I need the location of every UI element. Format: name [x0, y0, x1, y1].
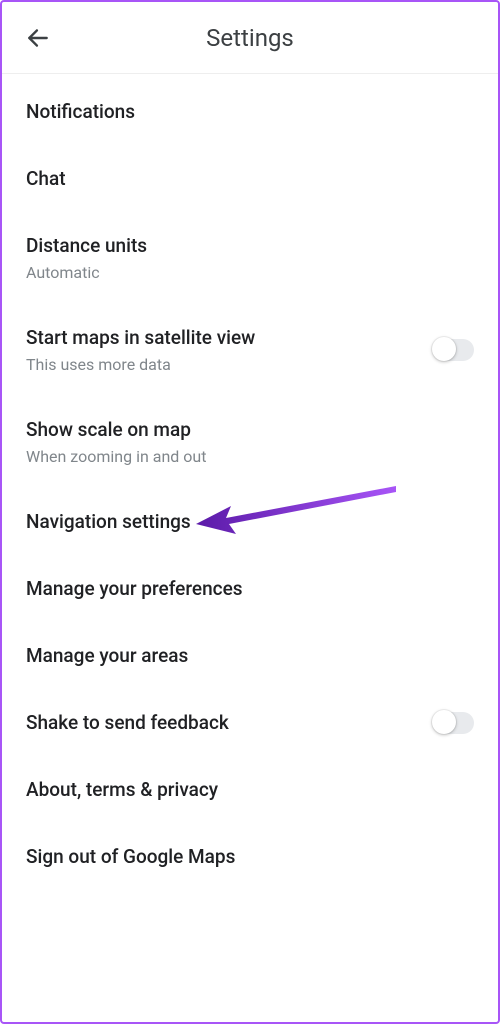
page-title: Settings [2, 24, 498, 52]
row-label: Show scale on map [26, 418, 206, 441]
settings-row[interactable]: Navigation settings [2, 488, 498, 555]
arrow-back-icon [25, 25, 51, 51]
settings-row[interactable]: Manage your preferences [2, 555, 498, 622]
row-texts: Manage your preferences [26, 577, 243, 600]
row-label: Manage your preferences [26, 577, 243, 600]
settings-list: Notifications Chat Distance units Automatic… [2, 74, 498, 890]
header: Settings [2, 2, 498, 74]
back-button[interactable] [18, 18, 58, 58]
row-texts: Sign out of Google Maps [26, 845, 235, 868]
settings-row[interactable]: Start maps in satellite view This uses mo… [2, 304, 498, 396]
row-label: About, terms & privacy [26, 778, 218, 801]
row-texts: Shake to send feedback [26, 711, 229, 734]
settings-row[interactable]: Distance units Automatic [2, 212, 498, 304]
row-label: Notifications [26, 100, 135, 123]
row-texts: Chat [26, 167, 66, 190]
row-label: Distance units [26, 234, 147, 257]
row-subtitle: When zooming in and out [26, 447, 206, 466]
row-label: Chat [26, 167, 66, 190]
settings-row[interactable]: Shake to send feedback [2, 689, 498, 756]
settings-row[interactable]: Notifications [2, 78, 498, 145]
toggle-switch[interactable] [434, 712, 474, 734]
row-label: Start maps in satellite view [26, 326, 255, 349]
row-texts: Start maps in satellite view This uses mo… [26, 326, 255, 374]
row-texts: About, terms & privacy [26, 778, 218, 801]
row-subtitle: Automatic [26, 263, 147, 282]
settings-row[interactable]: Chat [2, 145, 498, 212]
row-label: Shake to send feedback [26, 711, 229, 734]
settings-row[interactable]: Manage your areas [2, 622, 498, 689]
row-texts: Notifications [26, 100, 135, 123]
row-label: Manage your areas [26, 644, 188, 667]
row-texts: Show scale on map When zooming in and out [26, 418, 206, 466]
settings-row[interactable]: Sign out of Google Maps [2, 823, 498, 890]
row-label: Sign out of Google Maps [26, 845, 235, 868]
row-texts: Navigation settings [26, 510, 191, 533]
row-label: Navigation settings [26, 510, 191, 533]
row-subtitle: This uses more data [26, 355, 255, 374]
toggle-switch[interactable] [434, 339, 474, 361]
row-texts: Manage your areas [26, 644, 188, 667]
settings-row[interactable]: Show scale on map When zooming in and out [2, 396, 498, 488]
settings-row[interactable]: About, terms & privacy [2, 756, 498, 823]
row-texts: Distance units Automatic [26, 234, 147, 282]
